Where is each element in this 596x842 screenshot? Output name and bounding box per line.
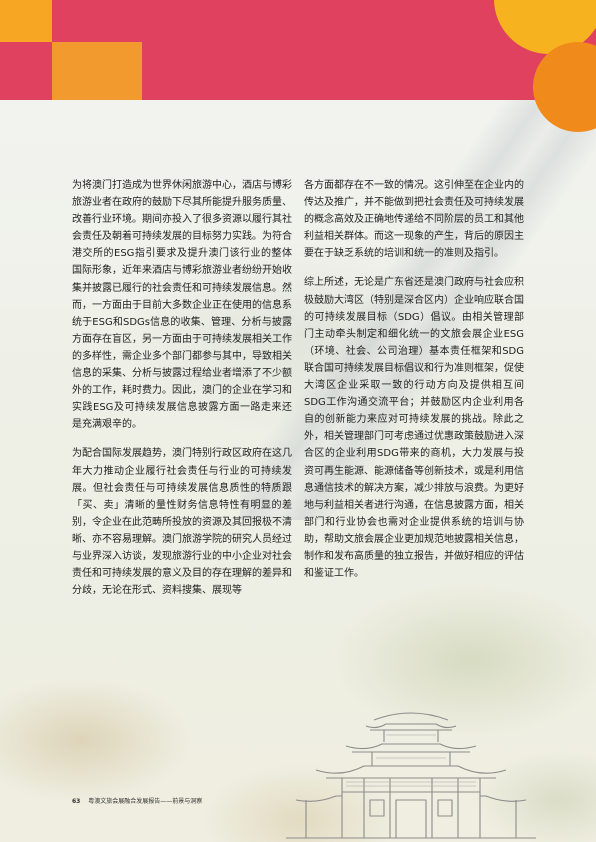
left-column: 为将澳门打造成为世界休闲旅游中心，酒店与博彩旅游业者在政府的鼓励下尽其所能提升服…: [72, 177, 292, 611]
decor-block-2: [52, 42, 142, 100]
decor-block-1: [0, 0, 52, 42]
page-footer: 63 粤澳文旅会展融合发展报告——前景与洞察: [72, 796, 202, 805]
paragraph: 各方面都存在不一致的情况。这引伸至在企业内的传达及推广，并不能做到把社会责任及可…: [304, 180, 524, 260]
page-number: 63: [72, 798, 81, 805]
right-column: 各方面都存在不一致的情况。这引伸至在企业内的传达及推广，并不能做到把社会责任及可…: [304, 177, 524, 594]
report-title: 粤澳文旅会展融合发展报告——前景与洞察: [88, 798, 203, 805]
paragraph: 综上所述，无论是广东省还是澳门政府与社会应积极鼓励大湾区（特别是深合区内）企业响…: [304, 277, 524, 580]
paragraph: 为将澳门打造成为世界休闲旅游中心，酒店与博彩旅游业者在政府的鼓励下尽其所能提升服…: [72, 180, 292, 431]
pavilion-illustration: [286, 712, 536, 839]
paragraph: 为配合国际发展趋势，澳门特别行政区政府在这几年大力推动企业履行社会责任与行业的可…: [72, 448, 292, 597]
report-page: 为将澳门打造成为世界休闲旅游中心，酒店与博彩旅游业者在政府的鼓励下尽其所能提升服…: [0, 0, 596, 842]
